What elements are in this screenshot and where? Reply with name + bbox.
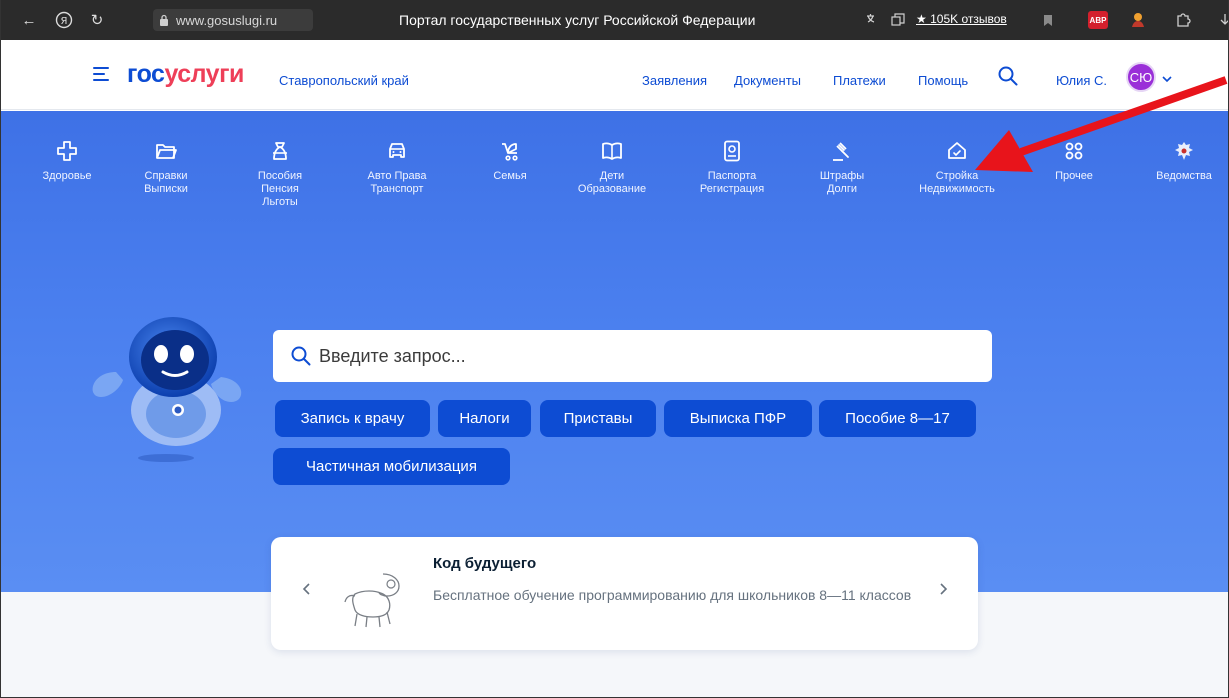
back-arrow-icon[interactable]: ← [19,10,39,30]
category-family[interactable]: Семья [455,139,565,183]
nav-documents[interactable]: Документы [734,73,801,88]
main-search [273,330,992,382]
gosuslugi-logo[interactable]: госуслуги [127,60,244,88]
browser-toolbar: ← Я ↻ www.gosuslugi.ru Портал государств… [1,0,1228,40]
category-label: Стройка Недвижимость [919,170,995,195]
category-label: Дети Образование [577,170,647,195]
money-bag-icon [273,142,287,160]
avatar[interactable]: СЮ [1126,62,1156,92]
category-label: Авто Права Транспорт [367,170,427,195]
menu-icon[interactable] [93,67,109,81]
search-icon[interactable] [998,66,1018,86]
user-name[interactable]: Юлия С. [1056,73,1107,88]
promo-text: Бесплатное обучение программированию для… [433,587,912,603]
category-label: Здоровье [42,170,92,182]
chip-allowance[interactable]: Пособие 8—17 [819,400,976,437]
category-construction[interactable]: Стройка Недвижимость [902,139,1012,196]
gavel-icon [833,142,849,161]
grid-icon [1065,142,1083,160]
chevron-left-icon[interactable] [300,582,314,596]
passport-icon [724,140,740,162]
screen: ← Я ↻ www.gosuslugi.ru Портал государств… [0,0,1229,698]
chevron-right-icon[interactable] [936,582,950,596]
category-agencies[interactable]: Ведомства [1129,139,1228,183]
promo-card[interactable]: Код будущего Бесплатное обучение програм… [271,537,978,650]
extension-icon[interactable] [1128,10,1148,30]
reload-icon[interactable]: ↻ [87,10,107,30]
car-icon [389,143,405,158]
chip-mobilization[interactable]: Частичная мобилизация [273,448,510,485]
category-auto[interactable]: Авто Права Транспорт [342,139,452,196]
address-bar[interactable]: www.gosuslugi.ru [153,9,313,31]
nav-help[interactable]: Помощь [918,73,968,88]
category-label: Семья [493,170,527,182]
category-certificates[interactable]: Справки Выписки [111,139,221,196]
robot-dog-illustration [344,573,400,628]
category-label: Справки Выписки [144,170,188,195]
search-icon [291,346,311,366]
svg-text:Я: Я [61,16,68,27]
nav-payments[interactable]: Платежи [833,73,886,88]
extensions-puzzle-icon[interactable] [1173,10,1193,30]
lock-icon [159,14,169,26]
category-label: Паспорта Регистрация [699,170,765,195]
region-selector[interactable]: Ставропольский край [279,73,409,88]
chip-bailiffs[interactable]: Приставы [540,400,656,437]
category-other[interactable]: Прочее [1019,139,1129,183]
emblem-icon [1175,142,1193,160]
category-label: Ведомства [1156,170,1212,182]
translate-icon[interactable] [863,10,883,30]
chip-pension-statement[interactable]: Выписка ПФР [664,400,812,437]
category-benefits[interactable]: Пособия Пенсия Льготы [225,139,335,209]
promo-title: Код будущего [433,555,537,572]
category-label: Пособия Пенсия Льготы [257,170,303,208]
category-fines[interactable]: Штрафы Долги [787,139,897,196]
adblock-icon[interactable]: ABP [1088,11,1108,29]
yandex-icon[interactable]: Я [54,10,74,30]
reviews-link[interactable]: ★ 105K отзывов [916,12,1007,26]
url-text: www.gosuslugi.ru [176,12,278,28]
bookmark-icon[interactable] [1038,10,1058,30]
health-cross-icon [57,141,77,161]
tabs-icon[interactable] [888,10,908,30]
download-icon[interactable] [1215,10,1228,30]
category-label: Штрафы Долги [819,170,865,195]
folder-icon [156,144,177,159]
chevron-down-icon[interactable] [1161,71,1173,83]
nav-applications[interactable]: Заявления [642,73,707,88]
chip-doctor-appointment[interactable]: Запись к врачу [275,400,430,437]
page-title: Портал государственных услуг Российской … [399,12,756,28]
search-input[interactable] [319,343,959,369]
chip-taxes[interactable]: Налоги [438,400,531,437]
house-icon [948,142,966,159]
book-icon [602,142,622,160]
category-passports[interactable]: Паспорта Регистрация [677,139,787,196]
site-header: госуслуги Ставропольский край Заявления … [1,40,1228,110]
category-children[interactable]: Дети Образование [557,139,667,196]
category-health[interactable]: Здоровье [12,139,122,183]
category-label: Прочее [1055,170,1093,182]
stroller-icon [502,143,518,161]
robot-mascot [92,317,242,462]
